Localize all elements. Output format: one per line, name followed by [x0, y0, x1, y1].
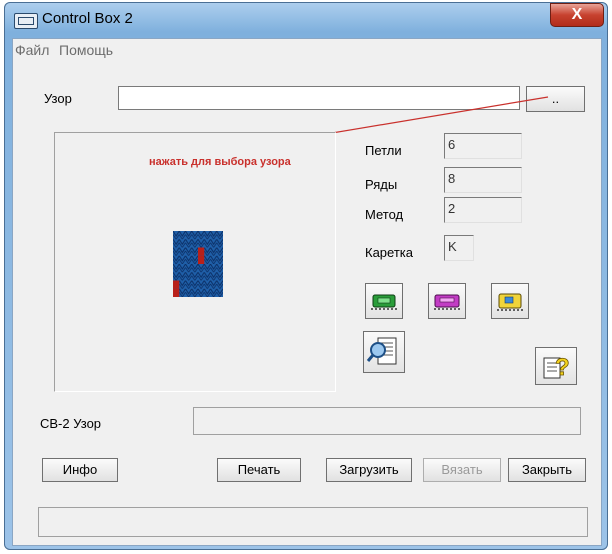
method-field[interactable]: 2 — [444, 197, 522, 223]
app-icon — [14, 13, 38, 29]
carriage-label: Каретка — [365, 245, 413, 260]
magenta-carriage-icon — [434, 294, 460, 310]
preview-document-icon — [366, 337, 397, 365]
yellow-carriage-icon — [497, 293, 523, 311]
carriage-field[interactable]: K — [444, 235, 474, 261]
select-pattern-hint: нажать для выбора узора — [149, 156, 291, 168]
help-button[interactable]: ? — [535, 347, 577, 385]
cb2-pattern-field[interactable] — [193, 407, 581, 435]
info-button[interactable]: Инфо — [42, 458, 118, 482]
application-window: Control Box 2 X Файл Помощь Узор .. нажа… — [4, 2, 608, 550]
rows-field[interactable]: 8 — [444, 167, 522, 193]
print-button[interactable]: Печать — [217, 458, 301, 482]
dialog-body: Файл Помощь Узор .. нажать для выбора уз… — [12, 38, 602, 546]
green-carriage-button[interactable] — [365, 283, 403, 319]
title-bar[interactable]: Control Box 2 X — [4, 2, 608, 36]
pattern-preview-panel[interactable]: нажать для выбора узора — [54, 132, 336, 392]
stitches-label: Петли — [365, 143, 402, 158]
rows-label: Ряды — [365, 177, 398, 192]
svg-text:?: ? — [555, 354, 570, 381]
yellow-carriage-button[interactable] — [491, 283, 529, 319]
close-button[interactable]: Закрыть — [508, 458, 586, 482]
stitches-field[interactable]: 6 — [444, 133, 522, 159]
status-bar — [38, 507, 588, 537]
method-label: Метод — [365, 207, 404, 222]
cb2-pattern-label: CB-2 Узор — [40, 416, 102, 431]
preview-button[interactable] — [363, 331, 405, 373]
magenta-carriage-button[interactable] — [428, 283, 466, 319]
green-carriage-icon — [371, 294, 397, 310]
window-title: Control Box 2 — [42, 10, 133, 27]
knit-button[interactable]: Вязать — [423, 458, 501, 482]
close-window-button[interactable]: X — [550, 3, 604, 27]
load-button[interactable]: Загрузить — [326, 458, 412, 482]
pattern-preview-image — [173, 231, 223, 297]
help-document-icon: ? — [543, 354, 570, 381]
